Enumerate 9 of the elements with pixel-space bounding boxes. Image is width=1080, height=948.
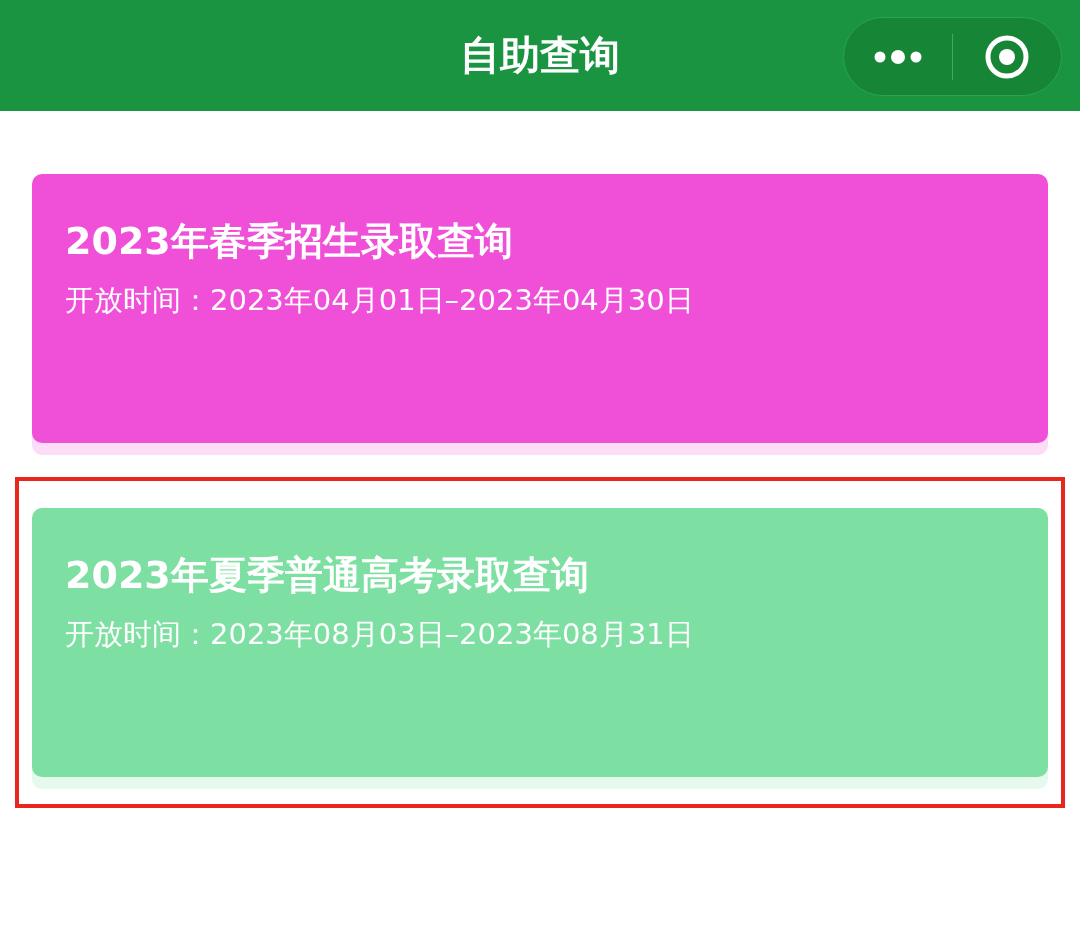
- open-period: 开放时间：2023年08月03日–2023年08月31日: [65, 616, 695, 653]
- open-period: 开放时间：2023年04月01日–2023年04月30日: [65, 282, 695, 319]
- page-title: 自助查询: [460, 31, 620, 80]
- card-title: 2023年春季招生录取查询: [65, 218, 514, 265]
- more-icon: [873, 48, 923, 65]
- query-card[interactable]: 2023年春季招生录取查询 开放时间：2023年04月01日–2023年04月30日: [32, 174, 1048, 443]
- query-card[interactable]: 2023年夏季普通高考录取查询 开放时间：2023年08月03日–2023年08月31日: [32, 508, 1048, 777]
- target-icon: [984, 33, 1030, 80]
- card-title: 2023年夏季普通高考录取查询: [65, 552, 590, 599]
